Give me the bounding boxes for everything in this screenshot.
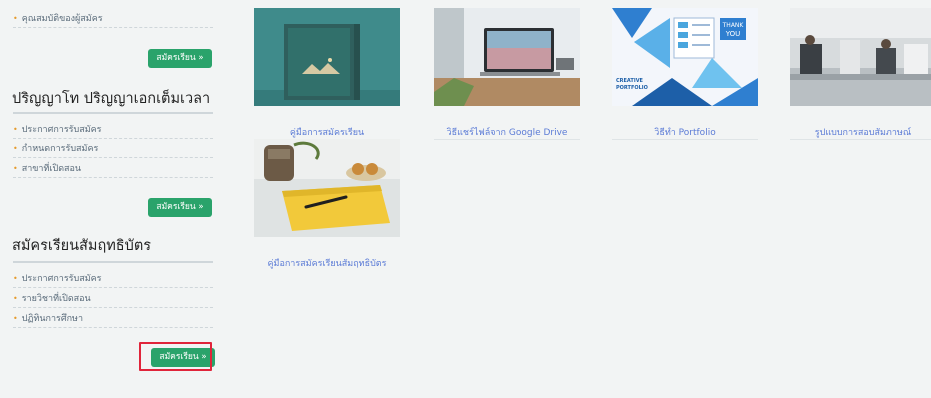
card-caption[interactable]: คู่มือการสมัครเรียน: [234, 125, 420, 139]
sidebar: • คุณสมบัติของผู้สมัคร สมัครเรียน » ปริญญ…: [8, 0, 220, 398]
thumb-classroom: [790, 8, 931, 106]
thumb-text-portfolio: PORTFOLIO: [616, 85, 648, 91]
sidebar-link-calendar[interactable]: • ปฏิทินการศึกษา: [13, 310, 213, 328]
section-divider: [13, 261, 213, 263]
caption-divider: [434, 139, 580, 140]
section-divider: [13, 112, 213, 114]
bullet-icon: •: [13, 14, 18, 23]
bullet-icon: •: [13, 164, 18, 173]
section-title-graduate: ปริญญาโท ปริญญาเอกเต็มเวลา: [12, 91, 211, 107]
bullet-icon: •: [13, 144, 18, 153]
bullet-icon: •: [13, 314, 18, 323]
card-caption[interactable]: วิธีทำ Portfolio: [592, 125, 778, 139]
sidebar-link-programs[interactable]: • สาขาที่เปิดสอน: [13, 160, 213, 178]
bullet-icon: •: [13, 294, 18, 303]
card-caption[interactable]: วิธีแชร์ไฟล์จาก Google Drive: [414, 125, 600, 139]
card-caption[interactable]: รูปแบบการสอบสัมภาษณ์: [770, 125, 931, 139]
highlight-outline: [139, 342, 212, 371]
apply-button-graduate[interactable]: สมัครเรียน »: [148, 198, 212, 217]
apply-button-general[interactable]: สมัครเรียน »: [148, 49, 212, 68]
caption-divider: [612, 139, 758, 140]
thumb-text-you: YOU: [725, 30, 741, 38]
sidebar-link-schedule[interactable]: • กำหนดการรับสมัคร: [13, 140, 213, 158]
thumb-laptop: [434, 8, 580, 106]
thumb-book: [254, 8, 400, 106]
thumb-portfolio: THANK YOU CREATIVE PORTFOLIO: [612, 8, 758, 106]
bullet-icon: •: [13, 274, 18, 283]
caption-divider: [790, 139, 931, 140]
thumb-text-thank: THANK: [722, 22, 745, 29]
guide-grid: คู่มือการสมัครเรียน วิธีแชร์ไฟล์จาก Goog…: [250, 0, 931, 398]
bullet-icon: •: [13, 125, 18, 134]
thumb-text-creative: CREATIVE: [616, 78, 644, 84]
sidebar-link-qualifications[interactable]: • คุณสมบัติของผู้สมัคร: [13, 10, 213, 28]
sidebar-link-certificate-announcement[interactable]: • ประกาศการรับสมัคร: [13, 270, 213, 288]
sidebar-link-courses[interactable]: • รายวิชาที่เปิดสอน: [13, 290, 213, 308]
card-caption[interactable]: คู่มือการสมัครเรียนสัมฤทธิบัตร: [234, 256, 420, 270]
sidebar-link-announcement[interactable]: • ประกาศการรับสมัคร: [13, 121, 213, 139]
section-title-certificate: สมัครเรียนสัมฤทธิบัตร: [12, 238, 152, 254]
thumb-notebook: [254, 139, 400, 237]
